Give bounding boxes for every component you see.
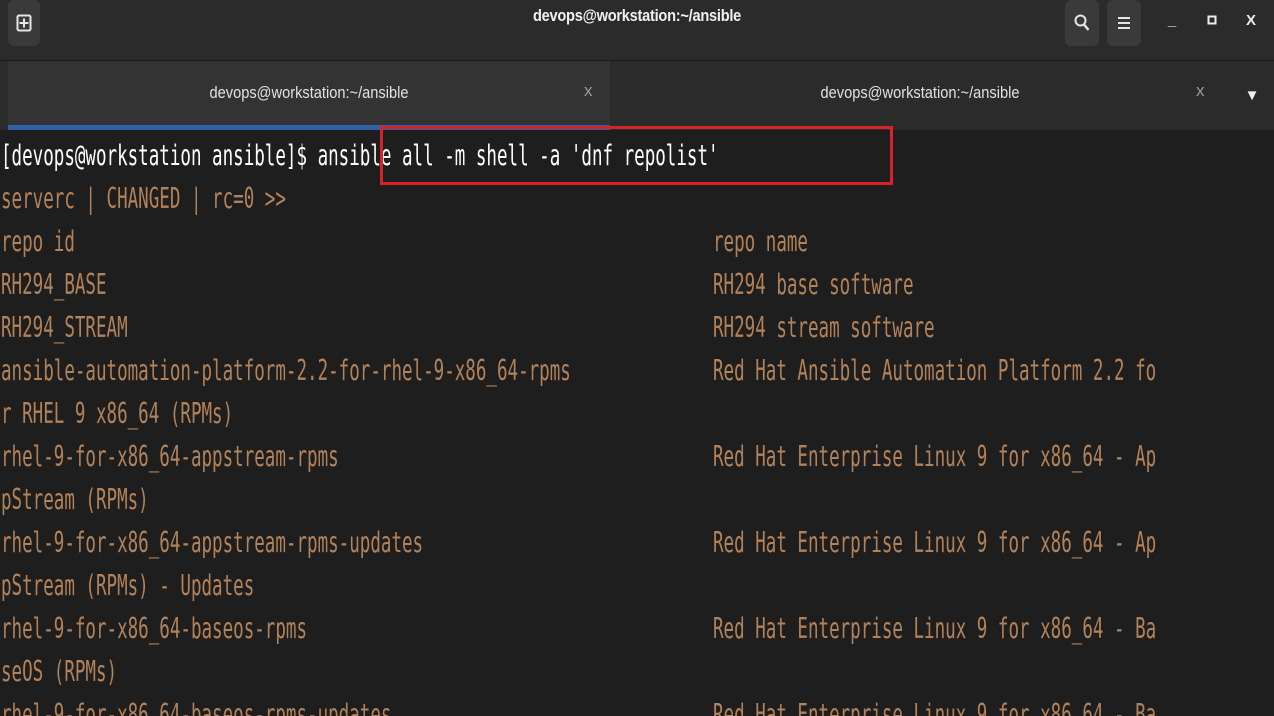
repo-name-wrap: pStream (RPMs) - Updates [1,569,255,602]
repo-name: Red Hat Enterprise Linux 9 for x86_64 - … [713,526,1157,559]
minimize-button[interactable]: _ [1157,0,1187,40]
menu-button[interactable] [1107,0,1141,46]
tab-label: devops@workstation:~/ansible [209,83,409,102]
tab-close-button[interactable]: x [1196,81,1205,101]
search-icon [1074,14,1090,32]
repo-name-wrap: r RHEL 9 x86_64 (RPMs) [1,397,234,430]
repo-id-header: repo id [1,225,75,258]
repo-name: Red Hat Enterprise Linux 9 for x86_64 - … [713,440,1157,473]
host-status-line: serverc | CHANGED | rc=0 >> [1,182,286,215]
repo-name-header: repo name [713,225,808,258]
tab-1[interactable]: devops@workstation:~/ansible x [8,61,610,130]
terminal-window: devops@workstation:~/ansible _ X devops@… [0,0,1274,716]
repo-id: rhel-9-for-x86_64-appstream-rpms [1,440,339,473]
repo-name: RH294 stream software [713,311,935,344]
maximize-button[interactable] [1197,0,1227,40]
tab-close-button[interactable]: x [584,81,593,101]
repo-id: RH294_BASE [1,268,107,301]
new-tab-button[interactable] [8,0,40,46]
search-button[interactable] [1065,0,1099,46]
repo-id: rhel-9-for-x86_64-appstream-rpms-updates [1,526,424,559]
new-tab-icon [16,14,32,32]
repo-name: Red Hat Enterprise Linux 9 for x86_64 - … [713,698,1157,716]
repo-id: rhel-9-for-x86_64-baseos-rpms-updates [1,698,392,716]
close-window-button[interactable]: X [1236,0,1266,40]
repo-name-wrap: seOS (RPMs) [1,655,118,688]
shell-prompt: [devops@workstation ansible]$ [1,139,318,172]
hamburger-menu-icon [1117,15,1131,31]
tab-bar: devops@workstation:~/ansible x devops@wo… [0,61,1274,130]
repo-id: ansible-automation-platform-2.2-for-rhel… [1,354,571,387]
repo-name-wrap: pStream (RPMs) [1,483,149,516]
maximize-icon [1207,15,1217,25]
repo-id: rhel-9-for-x86_64-baseos-rpms [1,612,308,645]
repo-name: RH294 base software [713,268,914,301]
repo-id: RH294_STREAM [1,311,128,344]
window-title: devops@workstation:~/ansible [532,6,742,25]
command-highlight-box [380,126,893,185]
header-bar: devops@workstation:~/ansible _ X [0,0,1274,61]
repo-name: Red Hat Ansible Automation Platform 2.2 … [713,354,1157,387]
tab-2[interactable]: devops@workstation:~/ansible x [612,61,1228,130]
tab-list-dropdown[interactable]: ▼ [1240,81,1264,109]
tab-label: devops@workstation:~/ansible [820,83,1020,102]
terminal-output[interactable]: [devops@workstation ansible]$ ansible al… [0,131,1274,716]
repo-name: Red Hat Enterprise Linux 9 for x86_64 - … [713,612,1157,645]
